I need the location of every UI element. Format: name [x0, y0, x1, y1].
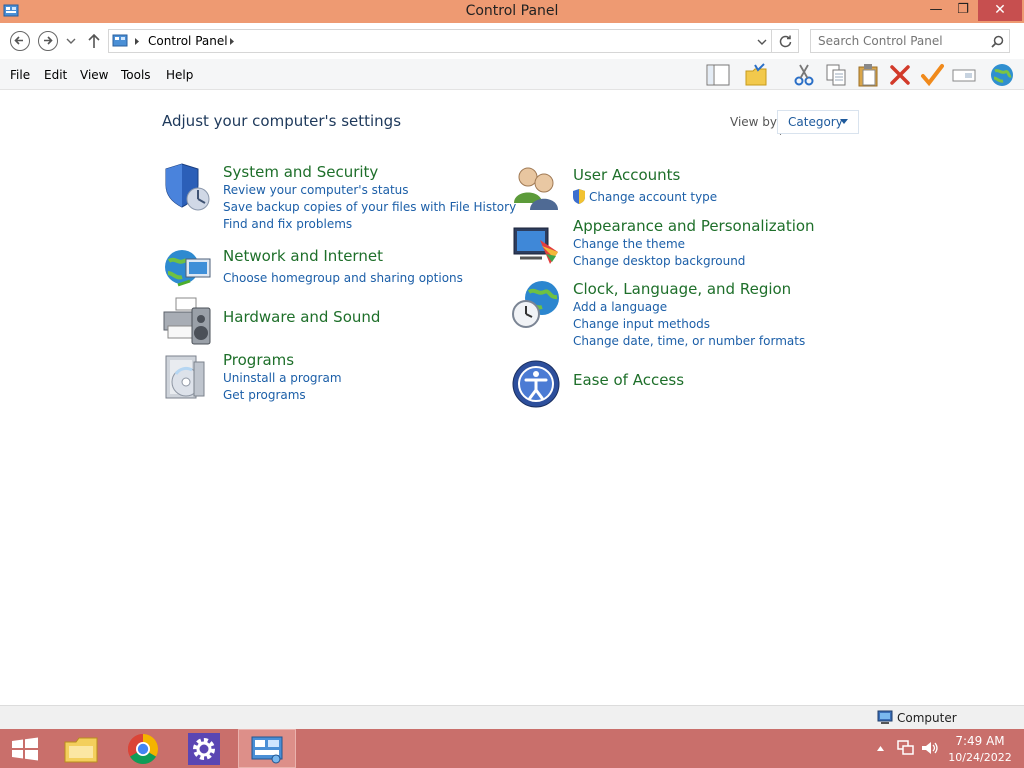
category-network-and-internet[interactable]: Network and Internet	[223, 247, 383, 265]
properties-check-icon[interactable]	[920, 63, 944, 87]
ease-of-access-icon[interactable]	[512, 360, 562, 410]
programs-disc-icon[interactable]	[162, 352, 212, 402]
menu-bar: File Edit View Tools Help	[0, 59, 1024, 135]
link-change-input-methods[interactable]: Change input methods	[573, 317, 710, 331]
back-button[interactable]	[10, 31, 30, 51]
status-bar: Computer	[0, 705, 1024, 729]
breadcrumb-control-panel[interactable]: Control Panel	[148, 34, 228, 48]
view-by-value: Category	[788, 115, 843, 129]
forward-arrow-icon	[44, 36, 53, 45]
cut-icon[interactable]	[792, 63, 816, 87]
copy-icon[interactable]	[824, 63, 848, 87]
up-arrow-icon[interactable]	[87, 33, 101, 49]
link-file-history[interactable]: Save backup copies of your files with Fi…	[223, 200, 516, 214]
link-change-date-time-formats[interactable]: Change date, time, or number formats	[573, 334, 805, 348]
network-status-icon[interactable]	[897, 740, 915, 756]
category-appearance-and-personalization[interactable]: Appearance and Personalization	[573, 217, 815, 235]
address-dropdown-icon[interactable]	[757, 38, 767, 46]
recent-locations-chevron-icon[interactable]	[66, 37, 76, 45]
menu-view[interactable]: View	[80, 68, 108, 82]
computer-icon	[877, 710, 893, 724]
delete-icon[interactable]	[888, 63, 912, 87]
window-title: Control Panel	[465, 3, 559, 19]
refresh-icon	[779, 35, 792, 48]
clock-time[interactable]: 7:49 AM	[940, 734, 1020, 748]
windows-logo-icon	[12, 737, 38, 761]
link-change-desktop-background[interactable]: Change desktop background	[573, 254, 745, 268]
link-review-status[interactable]: Review your computer's status	[223, 183, 409, 197]
rename-icon[interactable]	[952, 63, 976, 87]
link-change-theme[interactable]: Change the theme	[573, 237, 685, 251]
menu-edit[interactable]: Edit	[44, 68, 67, 82]
breadcrumb-chevron-icon[interactable]	[229, 37, 235, 46]
control-panel-small-icon	[112, 34, 128, 47]
chrome-icon	[127, 734, 159, 765]
menu-tools[interactable]: Tools	[121, 68, 151, 82]
link-find-fix-problems[interactable]: Find and fix problems	[223, 217, 352, 231]
show-hidden-icons-icon[interactable]	[876, 745, 885, 752]
minimize-button[interactable]: —	[922, 0, 950, 21]
globe-network-icon[interactable]	[162, 245, 212, 295]
link-homegroup-sharing[interactable]: Choose homegroup and sharing options	[223, 271, 463, 285]
link-add-language[interactable]: Add a language	[573, 300, 667, 314]
address-row: Control Panel	[0, 23, 1024, 59]
status-location: Computer	[897, 711, 957, 725]
shield-icon[interactable]	[162, 163, 212, 213]
search-icon[interactable]	[991, 35, 1004, 48]
internet-globe-icon[interactable]	[990, 63, 1014, 87]
folder-options-icon[interactable]	[744, 63, 768, 87]
taskbar	[0, 729, 1024, 768]
control-panel-taskbar-icon	[251, 736, 283, 764]
menu-help[interactable]: Help	[166, 68, 193, 82]
taskbar-file-explorer[interactable]	[52, 729, 110, 768]
taskbar-chrome[interactable]	[114, 729, 172, 768]
printer-speaker-icon[interactable]	[162, 296, 212, 346]
search-input[interactable]	[818, 31, 988, 51]
view-by-dropdown[interactable]: Category	[777, 110, 859, 134]
category-system-and-security[interactable]: System and Security	[223, 163, 378, 181]
breadcrumb-chevron-icon[interactable]	[134, 37, 140, 46]
page-heading: Adjust your computer's settings	[162, 112, 402, 130]
users-icon[interactable]	[512, 163, 562, 213]
view-by-label: View by:	[730, 115, 781, 129]
clock-date[interactable]: 10/24/2022	[940, 751, 1020, 764]
refresh-button[interactable]	[772, 29, 799, 53]
link-change-account-type[interactable]: Change account type	[589, 190, 717, 204]
layout-pane-icon[interactable]	[706, 63, 730, 87]
link-uninstall-program[interactable]: Uninstall a program	[223, 371, 342, 385]
back-arrow-icon	[14, 36, 23, 45]
clock-globe-icon[interactable]	[512, 280, 562, 330]
category-programs[interactable]: Programs	[223, 351, 294, 369]
category-clock-language-region[interactable]: Clock, Language, and Region	[573, 280, 791, 298]
category-ease-of-access[interactable]: Ease of Access	[573, 371, 684, 389]
maximize-button[interactable]: ❐	[950, 0, 976, 21]
taskbar-settings[interactable]	[176, 729, 234, 768]
link-get-programs[interactable]: Get programs	[223, 388, 306, 402]
category-user-accounts[interactable]: User Accounts	[573, 166, 680, 184]
taskbar-control-panel[interactable]	[238, 729, 296, 768]
start-button[interactable]	[0, 729, 58, 768]
address-bar[interactable]: Control Panel	[108, 29, 772, 53]
search-box[interactable]	[810, 29, 1010, 53]
close-button[interactable]: ✕	[978, 0, 1022, 21]
monitor-palette-icon[interactable]	[512, 222, 562, 272]
folder-icon	[64, 737, 98, 763]
uac-shield-icon	[573, 189, 585, 204]
gear-icon	[188, 733, 220, 765]
paste-icon[interactable]	[856, 63, 880, 87]
title-bar: Control Panel — ❐ ✕	[0, 0, 1024, 23]
category-hardware-and-sound[interactable]: Hardware and Sound	[223, 308, 380, 326]
forward-button[interactable]	[38, 31, 58, 51]
menu-file[interactable]: File	[10, 68, 30, 82]
chevron-down-icon	[840, 119, 848, 124]
volume-icon[interactable]	[921, 740, 939, 756]
